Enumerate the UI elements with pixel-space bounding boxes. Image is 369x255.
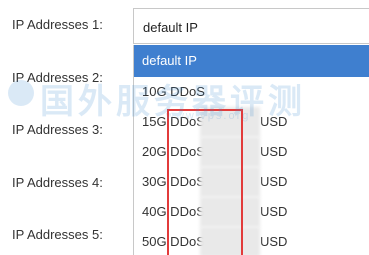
ip-address-1-label: IP Addresses 1: [12,17,103,32]
option-20g-ddos[interactable]: 20G DDoS00USD [134,137,369,167]
option-label: 15G DDoS [142,114,205,129]
option-default-ip[interactable]: default IP [134,45,369,77]
option-label: 20G DDoS [142,144,205,159]
option-currency: USD [260,234,288,249]
option-label: 40G DDoS [142,204,205,219]
option-currency: USD [260,114,288,129]
ip-address-2-label: IP Addresses 2: [12,70,103,85]
redacted-price: 00 [200,167,260,197]
option-40g-ddos[interactable]: 40G DDoS00USD [134,197,369,227]
option-label: 10G DDoS [142,84,205,99]
option-label: 30G DDoS [142,174,205,189]
option-15g-ddos[interactable]: 15G DDoS00USD [134,107,369,137]
option-currency: USD [260,144,288,159]
ip-address-1-select[interactable]: default IP [133,8,369,44]
ip-address-3-label: IP Addresses 3: [12,122,103,137]
option-label: default IP [142,53,197,68]
redacted-price: 00 [200,227,260,255]
redacted-price: 00 [200,137,260,167]
redacted-price: 00 [200,197,260,227]
option-currency: USD [260,204,288,219]
redacted-price: 00 [200,107,260,137]
option-30g-ddos[interactable]: 30G DDoS00USD [134,167,369,197]
option-currency: USD [260,174,288,189]
option-10g-ddos[interactable]: 10G DDoS [134,77,369,107]
option-50g-ddos[interactable]: 50G DDoS00USD [134,227,369,255]
ip-address-1-dropdown-list: default IP 10G DDoS 15G DDoS00USD 20G DD… [133,45,369,255]
ip-address-4-label: IP Addresses 4: [12,175,103,190]
ip-address-form: IP Addresses 1: IP Addresses 2: IP Addre… [0,0,369,255]
option-label: 50G DDoS [142,234,205,249]
ip-address-5-label: IP Addresses 5: [12,227,103,242]
